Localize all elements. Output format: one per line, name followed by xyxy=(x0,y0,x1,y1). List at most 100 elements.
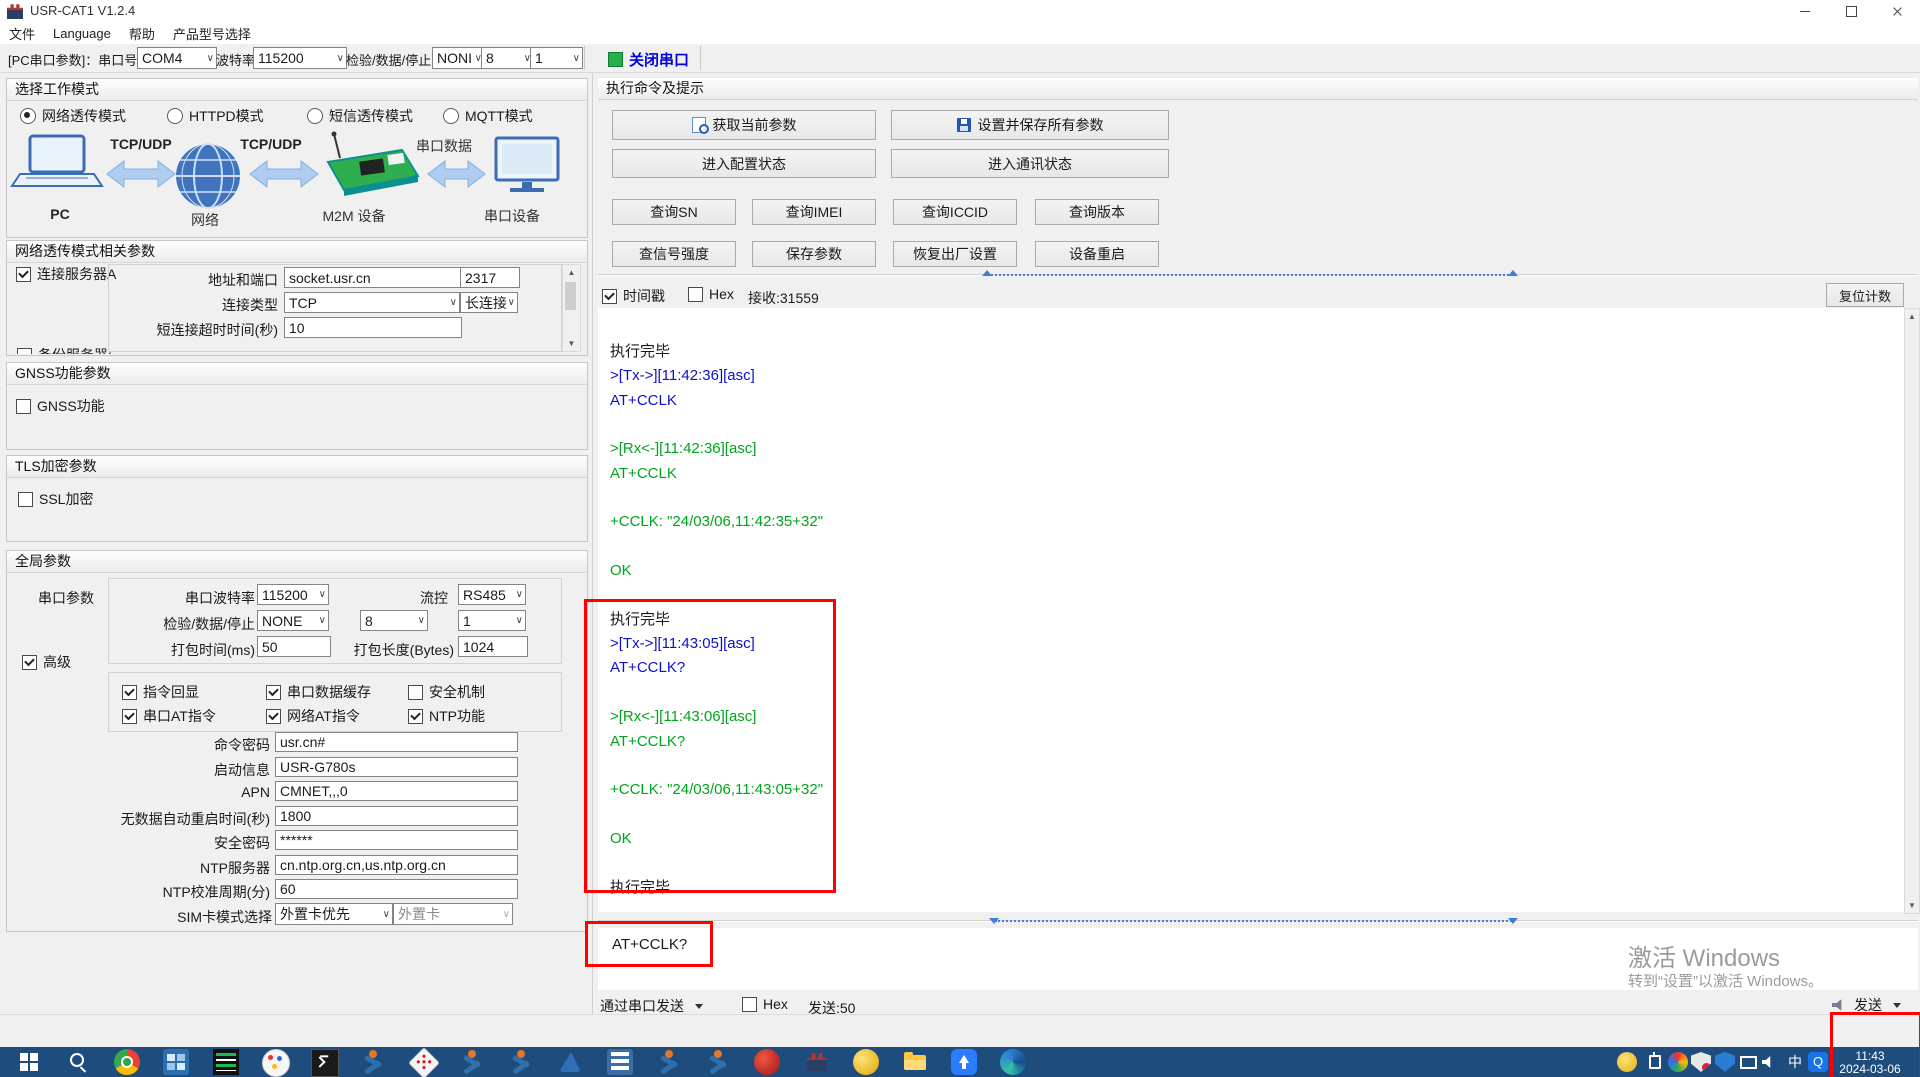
menu-product-model[interactable]: 产品型号选择 xyxy=(164,24,260,43)
query-signal-button[interactable]: 查信号强度 xyxy=(612,241,736,267)
reset-count-button[interactable]: 复位计数 xyxy=(1826,283,1904,307)
yellow-app-icon[interactable] xyxy=(853,1049,879,1075)
device-restart-button[interactable]: 设备重启 xyxy=(1035,241,1159,267)
security-shield-icon[interactable] xyxy=(1715,1052,1735,1072)
sim-secondary-select[interactable]: 外置卡∨ xyxy=(393,903,513,925)
slider-thumb-icon[interactable] xyxy=(1508,918,1518,924)
taskbar-clock[interactable]: 11:43 2024-03-06 xyxy=(1830,1050,1910,1076)
server-port-input[interactable]: 2317 xyxy=(460,267,520,288)
close-port-button[interactable]: 关闭串口 xyxy=(608,49,689,70)
runner-app-icon[interactable] xyxy=(656,1049,682,1075)
security-password-input[interactable]: ****** xyxy=(275,830,518,850)
usr-app-icon[interactable] xyxy=(804,1049,830,1075)
ntp-checkbox[interactable]: NTP功能 xyxy=(408,706,485,726)
factory-reset-button[interactable]: 恢复出厂设置 xyxy=(893,241,1017,267)
scroll-down-icon[interactable]: ▼ xyxy=(1905,898,1919,913)
databits-select[interactable]: 8∨ xyxy=(481,47,534,69)
server-a-checkbox[interactable]: 连接服务器A xyxy=(16,264,116,284)
scroll-up-icon[interactable]: ▲ xyxy=(1905,309,1919,324)
scroll-down-icon[interactable]: ▼ xyxy=(563,336,580,351)
net-params-scrollbar[interactable]: ▲ ▼ xyxy=(562,264,581,352)
radio-mqtt-mode[interactable]: MQTT模式 xyxy=(443,106,533,126)
start-button-icon[interactable] xyxy=(16,1049,42,1075)
short-timeout-input[interactable]: 10 xyxy=(284,317,462,338)
ime-indicator[interactable]: 中 xyxy=(1785,1052,1805,1072)
network-display-icon[interactable] xyxy=(1738,1052,1758,1072)
conn-type-select[interactable]: TCP∨ xyxy=(284,292,460,313)
send-via-serial-dropdown[interactable]: 通过串口发送 xyxy=(600,996,703,1016)
scrollbar-thumb[interactable] xyxy=(565,282,576,310)
usb-tray-icon[interactable] xyxy=(1643,1052,1663,1072)
menu-help[interactable]: 帮助 xyxy=(120,24,164,43)
flow-select[interactable]: RS485∨ xyxy=(458,584,526,605)
file-explorer-icon[interactable] xyxy=(902,1049,928,1075)
send-hscrollbar[interactable] xyxy=(598,914,1918,928)
ntp-server-input[interactable]: cn.ntp.org.cn,us.ntp.org.cn xyxy=(275,855,518,875)
tech-app-icon[interactable] xyxy=(213,1049,239,1075)
gnss-checkbox[interactable]: GNSS功能 xyxy=(16,396,105,416)
timestamp-checkbox[interactable]: 时间戳 xyxy=(602,286,665,306)
send-button[interactable]: 发送 xyxy=(1832,995,1901,1015)
query-iccid-button[interactable]: 查询ICCID xyxy=(893,199,1017,225)
sim-primary-select[interactable]: 外置卡优先∨ xyxy=(275,903,393,925)
slider-thumb-icon[interactable] xyxy=(1508,270,1518,276)
query-imei-button[interactable]: 查询IMEI xyxy=(752,199,876,225)
slider-thumb-icon[interactable] xyxy=(982,270,992,276)
net-at-checkbox[interactable]: 网络AT指令 xyxy=(266,706,360,726)
todesk-icon[interactable] xyxy=(951,1049,977,1075)
colorful-tray-icon[interactable] xyxy=(1668,1052,1688,1072)
g-parity-select[interactable]: NONE∨ xyxy=(257,610,329,631)
pack-len-input[interactable]: 1024 xyxy=(458,636,528,657)
save-params-button[interactable]: 保存参数 xyxy=(752,241,876,267)
parity-select[interactable]: NONI∨ xyxy=(432,47,485,69)
auto-restart-input[interactable]: 1800 xyxy=(275,806,518,826)
com-port-select[interactable]: COM4∨ xyxy=(137,47,217,69)
g-baud-select[interactable]: 115200∨ xyxy=(257,584,329,605)
query-sn-button[interactable]: 查询SN xyxy=(612,199,736,225)
tx-hex-checkb ox[interactable]: Hex xyxy=(742,996,788,1012)
enter-comm-button[interactable]: 进入通讯状态 xyxy=(891,149,1169,178)
slider-thumb-icon[interactable] xyxy=(989,918,999,924)
menu-language[interactable]: Language xyxy=(44,26,120,41)
ntp-period-input[interactable]: 60 xyxy=(275,879,518,899)
maximize-button[interactable] xyxy=(1828,0,1874,22)
radio-httpd-mode[interactable]: HTTPD模式 xyxy=(167,106,264,126)
query-version-button[interactable]: 查询版本 xyxy=(1035,199,1159,225)
menu-file[interactable]: 文件 xyxy=(0,24,44,43)
runner-app-icon[interactable] xyxy=(360,1049,386,1075)
get-params-button[interactable]: 获取当前参数 xyxy=(612,110,876,140)
defender-alert-icon[interactable] xyxy=(1691,1052,1711,1072)
set-save-button[interactable]: 设置并保存所有参数 xyxy=(891,110,1169,140)
runner-app-icon[interactable] xyxy=(459,1049,485,1075)
dice-app-icon[interactable] xyxy=(408,1047,440,1077)
serial-at-checkbox[interactable]: 串口AT指令 xyxy=(122,706,216,726)
log-vscrollbar[interactable]: ▲ ▼ xyxy=(1904,308,1920,914)
rx-hex-checkbox[interactable]: Hex xyxy=(688,286,734,302)
tray-app-icon[interactable] xyxy=(1617,1052,1637,1072)
assistant-tray-icon[interactable]: Q xyxy=(1808,1052,1828,1072)
g-databits-select[interactable]: 8∨ xyxy=(360,610,428,631)
g-stopbits-select[interactable]: 1∨ xyxy=(458,610,526,631)
radio-net-transparent-mode[interactable]: 网络透传模式 xyxy=(20,106,126,126)
scroll-up-icon[interactable]: ▲ xyxy=(563,265,580,280)
edge-icon[interactable] xyxy=(1000,1049,1026,1075)
cmd-echo-checkbox[interactable]: 指令回显 xyxy=(122,682,199,702)
red-app-icon[interactable] xyxy=(754,1049,780,1075)
radio-sms-transparent-mode[interactable]: 短信透传模式 xyxy=(307,106,413,126)
paint-app-icon[interactable] xyxy=(262,1049,290,1077)
advanced-checkbox[interactable]: 高级 xyxy=(22,652,71,672)
search-icon[interactable] xyxy=(65,1049,91,1075)
muted-speaker-icon[interactable] xyxy=(1761,1052,1781,1072)
terminal-icon[interactable] xyxy=(311,1049,339,1077)
log-hscrollbar[interactable] xyxy=(598,268,1918,282)
baud-select[interactable]: 115200∨ xyxy=(253,47,347,69)
enter-config-button[interactable]: 进入配置状态 xyxy=(612,149,876,178)
serial-cache-checkbox[interactable]: 串口数据缓存 xyxy=(266,682,371,702)
security-checkbox[interactable]: 安全机制 xyxy=(408,682,485,702)
wireshark-icon[interactable] xyxy=(557,1049,583,1075)
apn-input[interactable]: CMNET,,,0 xyxy=(275,781,518,801)
minimize-button[interactable] xyxy=(1782,0,1828,22)
pack-time-input[interactable]: 50 xyxy=(257,636,331,657)
runner-app-icon[interactable] xyxy=(508,1049,534,1075)
runner-app-icon[interactable] xyxy=(705,1049,731,1075)
